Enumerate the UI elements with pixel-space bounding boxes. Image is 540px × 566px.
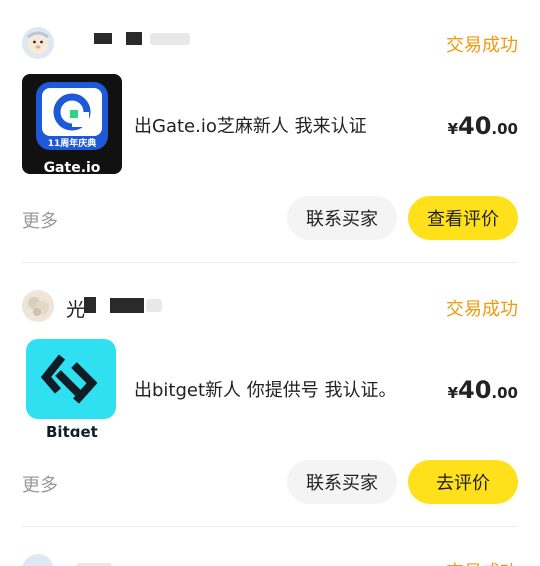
product-thumbnail[interactable]: Bitget [22, 337, 122, 437]
buyer-avatar[interactable] [22, 290, 54, 322]
more-button[interactable]: 更多 [22, 471, 58, 497]
product-thumbnail[interactable]: 11周年庆典 Gate.io [22, 74, 122, 174]
price-decimal: .00 [491, 120, 518, 138]
price-currency: ¥ [447, 120, 459, 138]
price-integer: 40 [458, 112, 492, 140]
redacted-username [84, 297, 96, 313]
buyer-username: 光 [66, 299, 86, 321]
price-integer: 40 [458, 376, 492, 404]
order-card[interactable]: 光 交易成功 Bitget 出bitget新人 你提供号 我认证。 ¥40.00… [0, 263, 540, 527]
gate-io-logo-icon [36, 82, 108, 150]
order-status: 交易成功 [446, 299, 518, 320]
contact-buyer-button[interactable]: 联系买家 [287, 196, 397, 240]
blurred-username [146, 299, 162, 312]
cartoon-avatar-icon [22, 27, 54, 59]
order-status: 交易成功 [446, 35, 518, 56]
order-card[interactable]: 交易成功 11周年庆典 Gate.io 出Gate.io芝麻新人 我来认证 ¥4… [0, 0, 540, 263]
blurred-username [150, 33, 190, 45]
redacted-username [94, 33, 112, 44]
buyer-avatar[interactable] [22, 554, 54, 566]
bitget-logo-icon [26, 339, 116, 419]
redacted-username [110, 298, 144, 313]
photo-avatar-icon [22, 290, 54, 322]
leave-review-button[interactable]: 去评价 [408, 460, 518, 504]
redacted-username [126, 32, 142, 45]
price-decimal: .00 [491, 384, 518, 402]
price-currency: ¥ [447, 384, 459, 402]
product-caption: Bitget [46, 423, 98, 437]
product-title[interactable]: 出Gate.io芝麻新人 我来认证 [134, 112, 367, 138]
view-review-button[interactable]: 查看评价 [408, 196, 518, 240]
product-title[interactable]: 出bitget新人 你提供号 我认证。 [134, 376, 396, 402]
logo-banner-text: 11周年庆典 [47, 139, 97, 149]
contact-buyer-button[interactable]: 联系买家 [287, 460, 397, 504]
order-status: 交易成功 [446, 558, 518, 566]
order-price: ¥40.00 [448, 112, 518, 140]
order-price: ¥40.00 [448, 376, 518, 404]
order-card[interactable]: 交易成功 [0, 527, 540, 566]
buyer-avatar[interactable] [22, 27, 54, 59]
more-button[interactable]: 更多 [22, 207, 58, 233]
product-caption: Gate.io [43, 160, 101, 174]
